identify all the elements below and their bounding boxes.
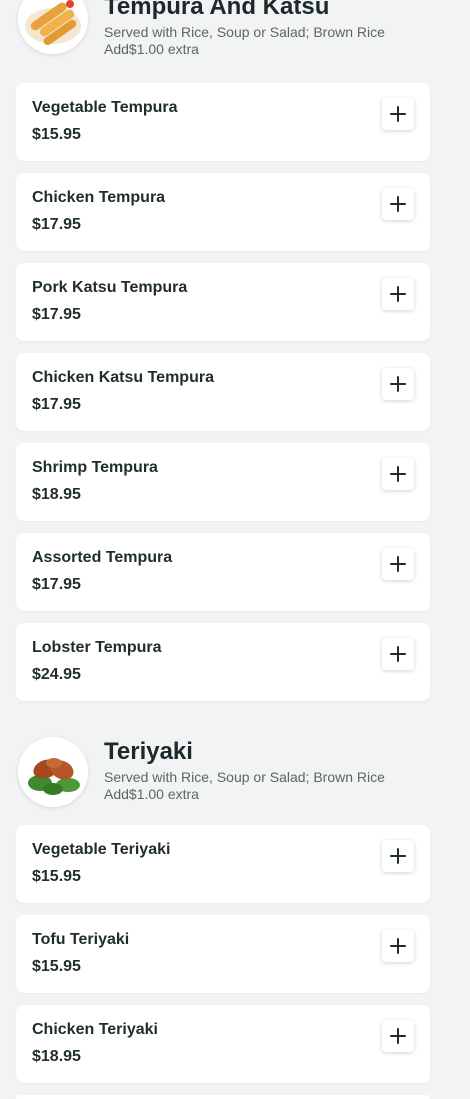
add-item-button[interactable] [382,548,414,580]
item-name: Assorted Tempura [32,549,173,566]
plus-icon [390,286,406,302]
menu-item-card[interactable]: Vegetable Tempura $15.95 [16,83,430,161]
item-name: Lobster Tempura [32,639,162,656]
plus-icon [390,556,406,572]
item-name: Pork Katsu Tempura [32,279,188,296]
plus-icon [390,466,406,482]
plus-icon [390,848,406,864]
add-item-button[interactable] [382,458,414,490]
menu-item-card[interactable]: Chicken Tempura $17.95 [16,173,430,251]
menu-item-card[interactable]: Tofu Teriyaki $15.95 [16,915,430,993]
item-price: $17.95 [32,576,81,593]
add-item-button[interactable] [382,98,414,130]
menu-item-card[interactable]: Chicken Katsu Tempura $17.95 [16,353,430,431]
item-name: Chicken Katsu Tempura [32,369,214,386]
plus-icon [390,106,406,122]
item-name: Vegetable Tempura [32,99,178,116]
item-name: Vegetable Teriyaki [32,841,171,858]
menu-item-card[interactable]: Assorted Tempura $17.95 [16,533,430,611]
menu-item-card[interactable]: Vegetable Teriyaki $15.95 [16,825,430,903]
section-header-tempura-and-katsu: Tempura And Katsu Served with Rice, Soup… [16,0,430,64]
item-name: Tofu Teriyaki [32,931,130,948]
chicken-teriyaki-image [18,737,88,807]
item-price: $24.95 [32,666,81,683]
plus-icon [390,646,406,662]
menu-item-card[interactable]: Shrimp Tempura $18.95 [16,443,430,521]
plus-icon [390,938,406,954]
item-price: $17.95 [32,306,81,323]
section-description: Served with Rice, Soup or Salad; Brown R… [104,24,385,57]
item-price: $18.95 [32,1048,81,1065]
plus-icon [390,196,406,212]
item-name: Chicken Tempura [32,189,166,206]
plus-icon [390,1028,406,1044]
add-item-button[interactable] [382,188,414,220]
item-name: Chicken Teriyaki [32,1021,158,1038]
menu-item-card[interactable]: Chicken Teriyaki $18.95 [16,1005,430,1083]
item-price: $18.95 [32,486,81,503]
shrimp-tempura-image [18,0,88,54]
item-price: $17.95 [32,216,81,233]
add-item-button[interactable] [382,930,414,962]
item-price: $15.95 [32,868,81,885]
add-item-button[interactable] [382,638,414,670]
add-item-button[interactable] [382,1020,414,1052]
item-price: $15.95 [32,126,81,143]
section-header-teriyaki: Teriyaki Served with Rice, Soup or Salad… [16,737,430,809]
section-description: Served with Rice, Soup or Salad; Brown R… [104,769,385,802]
section-title: Teriyaki [104,738,193,765]
add-item-button[interactable] [382,368,414,400]
add-item-button[interactable] [382,840,414,872]
plus-icon [390,376,406,392]
section-title: Tempura And Katsu [104,0,330,20]
item-name: Shrimp Tempura [32,459,158,476]
add-item-button[interactable] [382,278,414,310]
menu-item-card-partial[interactable] [16,1095,430,1099]
item-price: $17.95 [32,396,81,413]
item-price: $15.95 [32,958,81,975]
menu-item-card[interactable]: Pork Katsu Tempura $17.95 [16,263,430,341]
menu-item-card[interactable]: Lobster Tempura $24.95 [16,623,430,701]
